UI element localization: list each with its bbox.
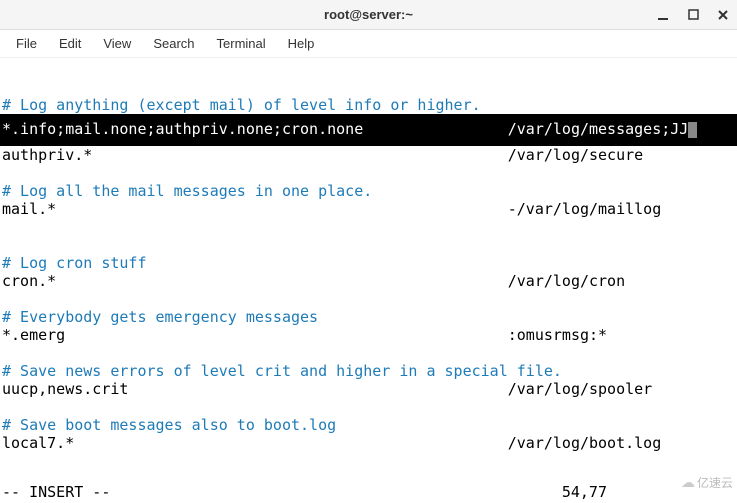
menu-edit[interactable]: Edit: [49, 32, 91, 55]
vim-cursor-position: 54,77: [562, 483, 607, 501]
text-cursor: [688, 122, 697, 138]
menu-help[interactable]: Help: [278, 32, 325, 55]
config-line: uucp,news.crit /var/log/spooler: [2, 380, 652, 398]
vim-status-line: -- INSERT -- 54,77: [2, 483, 737, 501]
comment-line: # Save news errors of level crit and hig…: [2, 362, 562, 380]
comment-line: # Log all the mail messages in one place…: [2, 182, 372, 200]
editor-line: [2, 78, 11, 96]
maximize-button[interactable]: [685, 7, 701, 23]
watermark-text: 亿速云: [697, 474, 733, 491]
comment-line: # Log cron stuff: [2, 254, 147, 272]
vim-mode: -- INSERT --: [2, 483, 110, 501]
highlighted-line: *.info;mail.none;authpriv.none;cron.none…: [2, 120, 688, 138]
menubar: File Edit View Search Terminal Help: [0, 30, 737, 58]
config-line: authpriv.* /var/log/secure: [2, 146, 643, 164]
menu-file[interactable]: File: [6, 32, 47, 55]
menu-terminal[interactable]: Terminal: [207, 32, 276, 55]
watermark: ☁ 亿速云: [681, 474, 733, 491]
comment-line: # Log anything (except mail) of level in…: [2, 96, 481, 114]
comment-line: # Save boot messages also to boot.log: [2, 416, 336, 434]
window-controls: [655, 0, 731, 29]
config-line: mail.* -/var/log/maillog: [2, 200, 661, 218]
config-line: cron.* /var/log/cron: [2, 272, 625, 290]
close-button[interactable]: [715, 7, 731, 23]
comment-line: # Everybody gets emergency messages: [2, 308, 318, 326]
highlighted-block: *.info;mail.none;authpriv.none;cron.none…: [0, 114, 737, 146]
menu-view[interactable]: View: [93, 32, 141, 55]
minimize-button[interactable]: [655, 7, 671, 23]
window-titlebar: root@server:~: [0, 0, 737, 30]
config-line: local7.* /var/log/boot.log: [2, 434, 661, 452]
window-title: root@server:~: [324, 7, 413, 22]
config-line: *.emerg :omusrmsg:*: [2, 326, 607, 344]
cloud-icon: ☁: [681, 474, 695, 491]
menu-search[interactable]: Search: [143, 32, 204, 55]
terminal-content[interactable]: # Log anything (except mail) of level in…: [0, 58, 737, 454]
